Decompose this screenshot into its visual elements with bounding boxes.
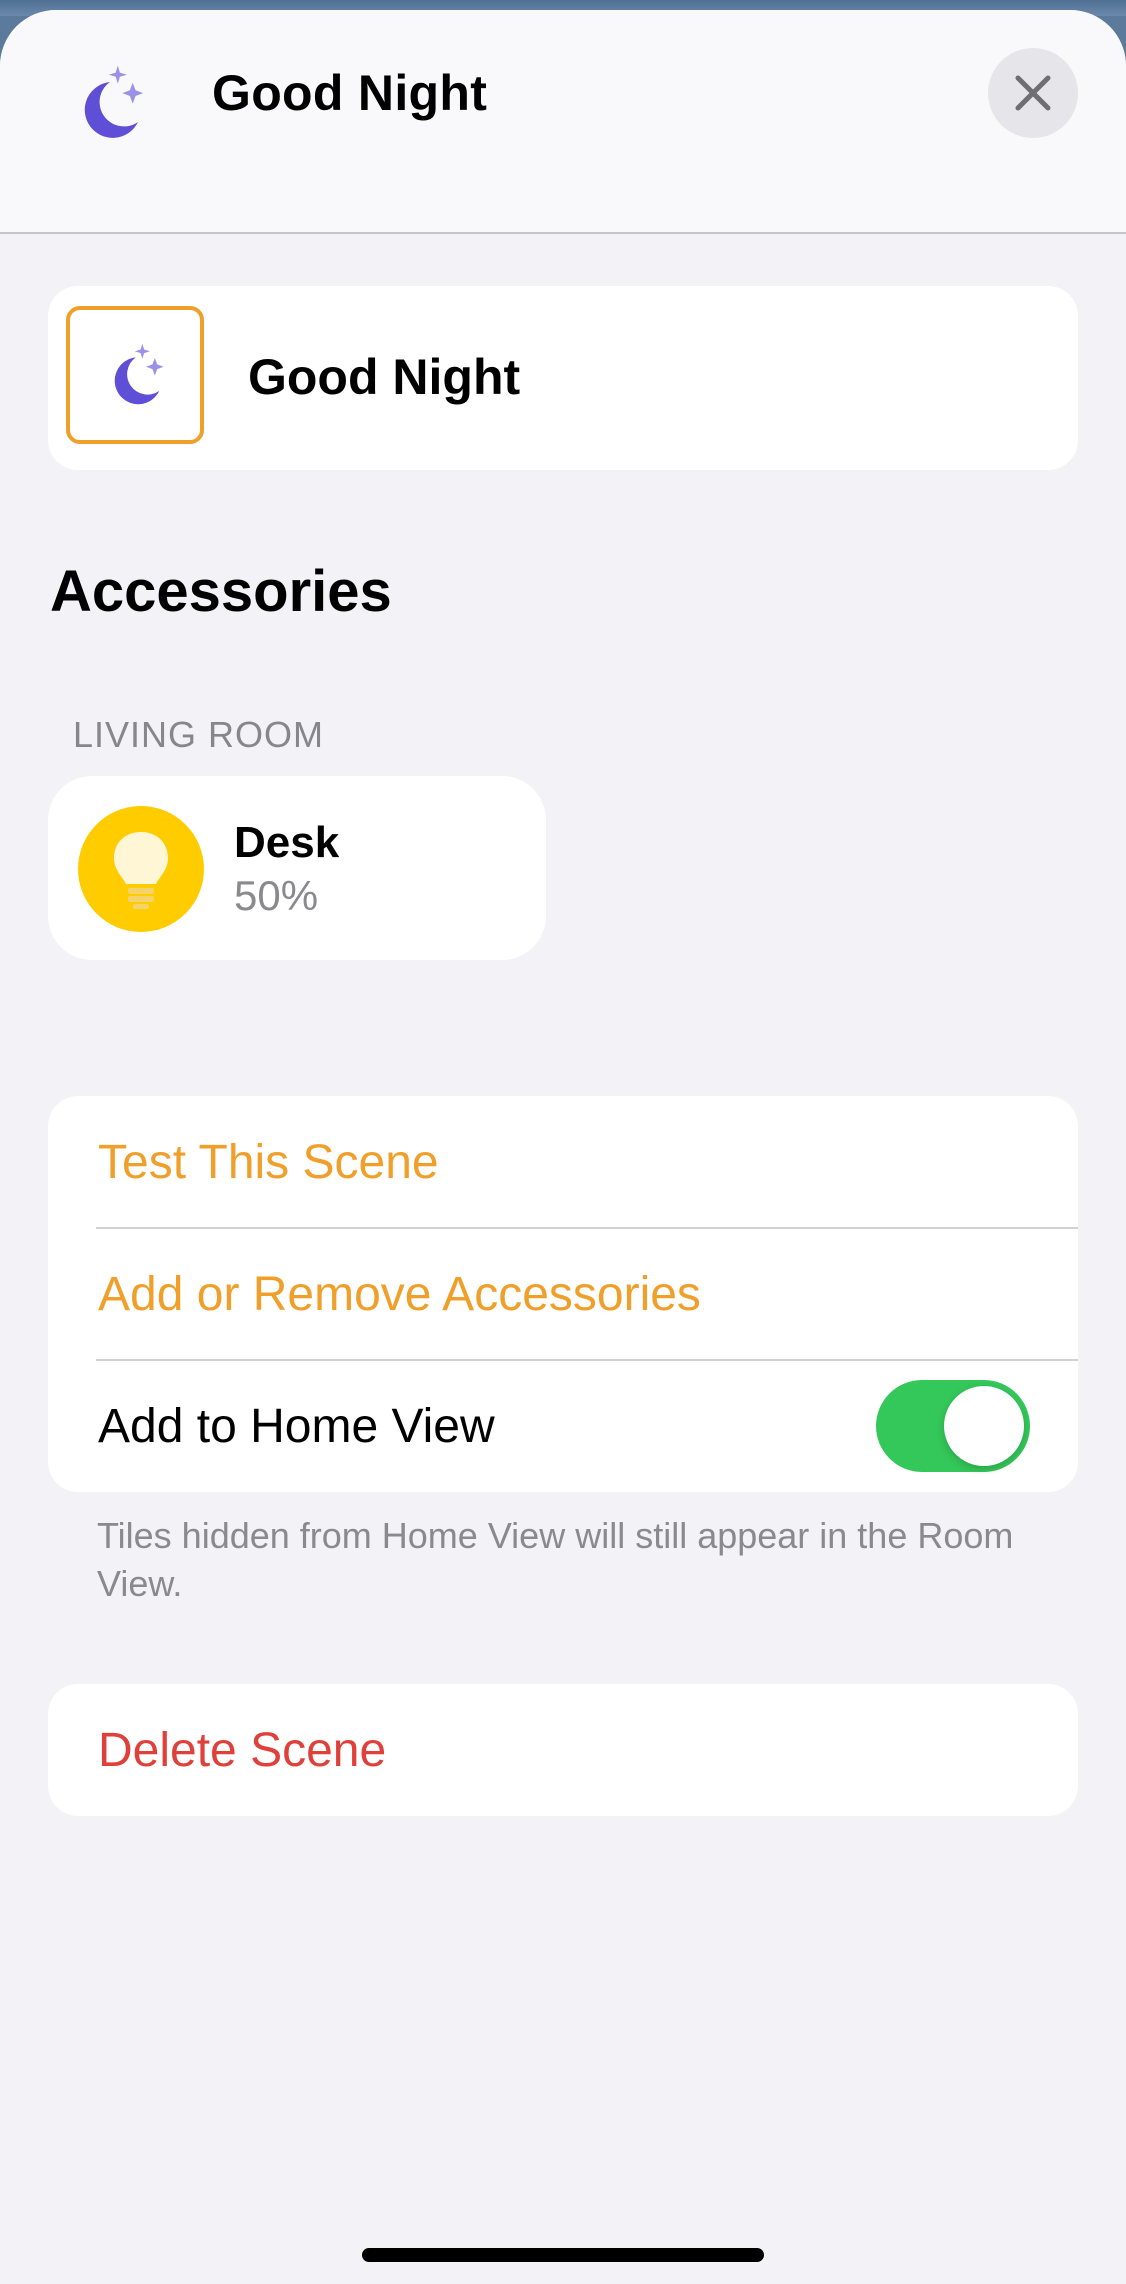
page-title: Good Night xyxy=(212,65,488,121)
room-label: LIVING ROOM xyxy=(73,714,325,755)
home-indicator[interactable] xyxy=(362,2248,764,2262)
toggle-knob xyxy=(944,1386,1024,1466)
close-button[interactable] xyxy=(988,48,1078,138)
accessories-heading: Accessories xyxy=(50,559,392,624)
scene-name-card: Good Night xyxy=(48,286,1078,470)
scene-name-field[interactable]: Good Night xyxy=(248,348,520,406)
accessory-status: 50% xyxy=(234,872,319,919)
add-remove-accessories-button[interactable]: Add or Remove Accessories xyxy=(48,1228,1078,1360)
lightbulb-icon xyxy=(78,806,204,932)
accessory-tile-desk[interactable]: Desk 50% xyxy=(48,776,546,960)
delete-card: Delete Scene xyxy=(48,1684,1078,1816)
accessory-name: Desk xyxy=(234,818,340,867)
nav-header: Good Night xyxy=(0,10,1126,234)
scene-icon-picker[interactable] xyxy=(66,306,204,444)
scene-sheet: Good Night Good Night Accessories LIVING… xyxy=(0,10,1126,2284)
scene-actions-card: Test This Scene Add or Remove Accessorie… xyxy=(48,1096,1078,1492)
home-view-toggle[interactable] xyxy=(876,1380,1030,1472)
moon-stars-icon xyxy=(66,60,152,146)
moon-stars-icon xyxy=(114,343,164,405)
delete-scene-button[interactable]: Delete Scene xyxy=(48,1684,1078,1816)
close-icon xyxy=(1015,75,1051,111)
test-scene-button[interactable]: Test This Scene xyxy=(48,1096,1078,1228)
home-view-footnote: Tiles hidden from Home View will still a… xyxy=(97,1515,1014,1604)
